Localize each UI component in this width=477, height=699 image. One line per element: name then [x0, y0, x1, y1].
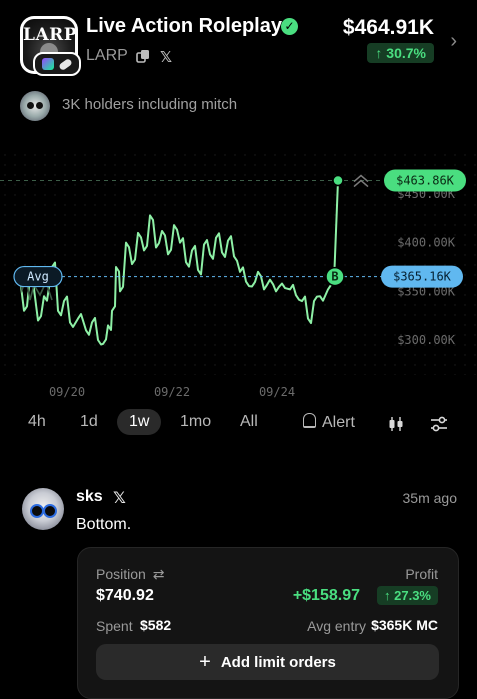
add-limit-orders-button[interactable]: + Add limit orders [96, 644, 439, 680]
avatar-eye [27, 102, 34, 109]
chain-badge [33, 52, 81, 76]
solana-icon [42, 58, 54, 70]
spent-value: $582 [140, 617, 172, 633]
avg-pill-label: Avg [27, 270, 49, 284]
copy-icon[interactable] [136, 49, 150, 63]
profit-percent-badge: ↑ 27.3% [377, 586, 438, 605]
buy-marker-label: B [331, 270, 338, 284]
price-chart[interactable]: $450.00K$400.00K$350.00K$300.00K09/20 09/… [0, 150, 477, 410]
timeframe-all[interactable]: All [228, 409, 270, 435]
token-name: Live Action Roleplay [86, 15, 282, 37]
alert-label: Alert [322, 414, 355, 431]
post-username[interactable]: sks [76, 488, 103, 506]
verified-icon: ✓ [281, 18, 298, 35]
position-card: Position ⇄ Profit $740.92 +$158.97 ↑ 27.… [77, 547, 459, 699]
post-text: Bottom. [76, 516, 132, 533]
profit-label: Profit [405, 566, 438, 582]
spent-label: Spent [96, 618, 133, 634]
x-social-icon[interactable]: 𝕏 [160, 48, 172, 66]
x-axis-tick-label: 09/24 [259, 385, 295, 399]
chevron-right-icon[interactable]: › [450, 30, 457, 53]
position-value: $740.92 [96, 587, 154, 604]
post-timestamp: 35m ago [402, 490, 457, 506]
avg-price-label: $365.16K [393, 270, 452, 284]
settings-sliders-icon[interactable] [430, 416, 448, 432]
post-avatar[interactable] [22, 488, 64, 530]
y-axis-tick-label: $400.00K [397, 236, 456, 250]
token-logo-text: LARP [23, 25, 78, 45]
bell-icon [303, 413, 316, 428]
candlestick-icon[interactable] [388, 416, 404, 432]
limit-button-label: Add limit orders [220, 653, 336, 671]
price-change-badge: ↑ 30.7% [367, 43, 434, 63]
avg-entry-label: Avg entry [307, 618, 366, 634]
x-axis-tick-label: 09/22 [154, 385, 190, 399]
holders-summary[interactable]: 3K holders including mitch [62, 96, 237, 113]
avg-entry-value: $365K MC [371, 617, 438, 633]
x-axis-tick-label: 09/20 [49, 385, 85, 399]
timeframe-1d[interactable]: 1d [68, 409, 110, 435]
token-price: $464.91K [342, 16, 434, 39]
timeframe-1w[interactable]: 1w [117, 409, 162, 435]
timeframe-bar: 4h 1d 1w 1mo All Alert [0, 405, 477, 439]
current-price-label: $463.86K [396, 174, 455, 188]
avatar-eye [36, 102, 43, 109]
avatar-eye [30, 504, 44, 518]
pill-icon [58, 57, 73, 71]
profit-value: +$158.97 [292, 587, 360, 604]
plus-icon: + [199, 651, 211, 673]
y-axis-tick-label: $300.00K [397, 333, 456, 347]
current-price-point [332, 174, 344, 187]
swap-icon[interactable]: ⇄ [153, 566, 165, 582]
avatar-eye [43, 504, 57, 518]
position-label: Position ⇄ [96, 566, 165, 582]
holder-avatar [20, 91, 50, 121]
timeframe-4h[interactable]: 4h [16, 409, 58, 435]
token-ticker: LARP [86, 47, 128, 64]
x-social-icon[interactable]: 𝕏 [113, 488, 126, 508]
timeframe-1mo[interactable]: 1mo [168, 409, 223, 435]
alert-button[interactable]: Alert [303, 413, 355, 432]
